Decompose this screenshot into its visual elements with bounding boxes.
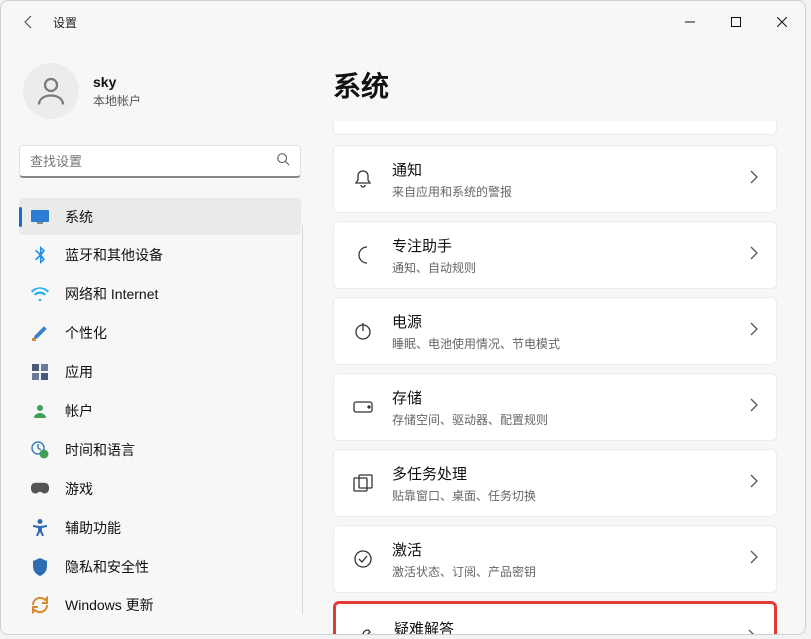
bell-icon — [352, 168, 374, 190]
card-title: 疑难解答 — [394, 618, 730, 635]
brush-icon — [31, 324, 49, 342]
sidebar-item-label: 应用 — [65, 362, 93, 382]
sidebar-divider — [302, 225, 303, 614]
search-box[interactable] — [19, 145, 301, 178]
card-storage[interactable]: 存储 存储空间、驱动器、配置规则 — [333, 373, 777, 441]
sidebar: sky 本地帐户 系统 蓝牙和其他设备 — [1, 43, 307, 634]
card-text: 存储 存储空间、驱动器、配置规则 — [392, 387, 732, 428]
gamepad-icon — [31, 480, 49, 498]
user-info: sky 本地帐户 — [93, 74, 141, 109]
nav-list: 系统 蓝牙和其他设备 网络和 Internet — [19, 198, 301, 634]
shield-icon — [31, 558, 49, 576]
chevron-right-icon — [750, 170, 758, 189]
titlebar: 设置 — [1, 1, 805, 43]
maximize-button[interactable] — [713, 6, 759, 38]
bluetooth-icon — [31, 246, 49, 264]
minimize-button[interactable] — [667, 6, 713, 38]
moon-icon — [352, 244, 374, 266]
window-body: sky 本地帐户 系统 蓝牙和其他设备 — [1, 43, 805, 634]
card-text: 多任务处理 贴靠窗口、桌面、任务切换 — [392, 463, 732, 504]
wifi-icon — [31, 285, 49, 303]
power-icon — [352, 320, 374, 342]
card-text: 激活 激活状态、订阅、产品密钥 — [392, 539, 732, 580]
card-subtitle: 存储空间、驱动器、配置规则 — [392, 411, 732, 428]
sidebar-item-label: 辅助功能 — [65, 518, 121, 538]
person-icon — [31, 402, 49, 420]
card-subtitle: 激活状态、订阅、产品密钥 — [392, 563, 732, 580]
clock-globe-icon — [31, 441, 49, 459]
card-partial-top[interactable] — [333, 121, 777, 135]
sidebar-item-label: 隐私和安全性 — [65, 557, 149, 577]
user-name: sky — [93, 74, 141, 90]
card-troubleshoot[interactable]: 疑难解答 建议的疑难解答、首选项和历史记录 — [333, 601, 777, 634]
card-text: 电源 睡眠、电池使用情况、节电模式 — [392, 311, 732, 352]
sidebar-item-label: 游戏 — [65, 479, 93, 499]
card-title: 激活 — [392, 539, 732, 560]
card-title: 通知 — [392, 159, 732, 180]
card-subtitle: 来自应用和系统的警报 — [392, 183, 732, 200]
sidebar-item-update[interactable]: Windows 更新 — [19, 587, 301, 624]
back-button[interactable] — [11, 4, 47, 40]
chevron-right-icon — [750, 550, 758, 569]
card-title: 专注助手 — [392, 235, 732, 256]
display-icon — [31, 208, 49, 226]
wrench-icon — [354, 627, 376, 634]
sidebar-item-accessibility[interactable]: 辅助功能 — [19, 509, 301, 546]
card-title: 存储 — [392, 387, 732, 408]
sidebar-item-label: Windows 更新 — [65, 595, 154, 615]
chevron-right-icon — [750, 246, 758, 265]
card-subtitle: 通知、自动规则 — [392, 259, 732, 276]
accessibility-icon — [31, 519, 49, 537]
avatar — [23, 63, 79, 119]
search-input[interactable] — [30, 154, 276, 169]
chevron-right-icon — [750, 398, 758, 417]
user-type: 本地帐户 — [93, 92, 141, 109]
card-multitasking[interactable]: 多任务处理 贴靠窗口、桌面、任务切换 — [333, 449, 777, 517]
check-circle-icon — [352, 548, 374, 570]
card-subtitle: 睡眠、电池使用情况、节电模式 — [392, 335, 732, 352]
sidebar-item-gaming[interactable]: 游戏 — [19, 470, 301, 507]
window-title: 设置 — [53, 14, 77, 31]
card-power[interactable]: 电源 睡眠、电池使用情况、节电模式 — [333, 297, 777, 365]
sidebar-item-accounts[interactable]: 帐户 — [19, 393, 301, 430]
sidebar-item-apps[interactable]: 应用 — [19, 354, 301, 391]
multitask-icon — [352, 472, 374, 494]
search-icon — [276, 152, 290, 171]
apps-icon — [31, 363, 49, 381]
sidebar-item-label: 时间和语言 — [65, 440, 135, 460]
page-title: 系统 — [333, 65, 777, 105]
card-activation[interactable]: 激活 激活状态、订阅、产品密钥 — [333, 525, 777, 593]
sidebar-item-label: 系统 — [65, 207, 93, 227]
window-controls — [667, 6, 805, 38]
chevron-right-icon — [750, 322, 758, 341]
card-text: 通知 来自应用和系统的警报 — [392, 159, 732, 200]
sidebar-item-time-language[interactable]: 时间和语言 — [19, 431, 301, 468]
sidebar-item-label: 个性化 — [65, 323, 107, 343]
user-profile[interactable]: sky 本地帐户 — [19, 43, 301, 139]
sidebar-item-privacy[interactable]: 隐私和安全性 — [19, 548, 301, 585]
sidebar-item-system[interactable]: 系统 — [19, 198, 301, 235]
settings-window: 设置 sky 本地帐户 — [0, 0, 806, 635]
card-subtitle: 贴靠窗口、桌面、任务切换 — [392, 487, 732, 504]
update-icon — [31, 596, 49, 614]
card-focus-assist[interactable]: 专注助手 通知、自动规则 — [333, 221, 777, 289]
sidebar-item-personalization[interactable]: 个性化 — [19, 315, 301, 352]
card-text: 专注助手 通知、自动规则 — [392, 235, 732, 276]
close-button[interactable] — [759, 6, 805, 38]
sidebar-item-network[interactable]: 网络和 Internet — [19, 276, 301, 313]
card-title: 多任务处理 — [392, 463, 732, 484]
sidebar-item-label: 蓝牙和其他设备 — [65, 245, 163, 265]
sidebar-item-label: 帐户 — [65, 401, 93, 421]
chevron-right-icon — [748, 629, 756, 635]
card-title: 电源 — [392, 311, 732, 332]
main-content: 系统 通知 来自应用和系统的警报 专注助手 通知、自动规则 — [307, 43, 805, 634]
card-notifications[interactable]: 通知 来自应用和系统的警报 — [333, 145, 777, 213]
chevron-right-icon — [750, 474, 758, 493]
card-text: 疑难解答 建议的疑难解答、首选项和历史记录 — [394, 618, 730, 635]
storage-icon — [352, 396, 374, 418]
sidebar-item-bluetooth[interactable]: 蓝牙和其他设备 — [19, 237, 301, 274]
sidebar-item-label: 网络和 Internet — [65, 284, 158, 304]
